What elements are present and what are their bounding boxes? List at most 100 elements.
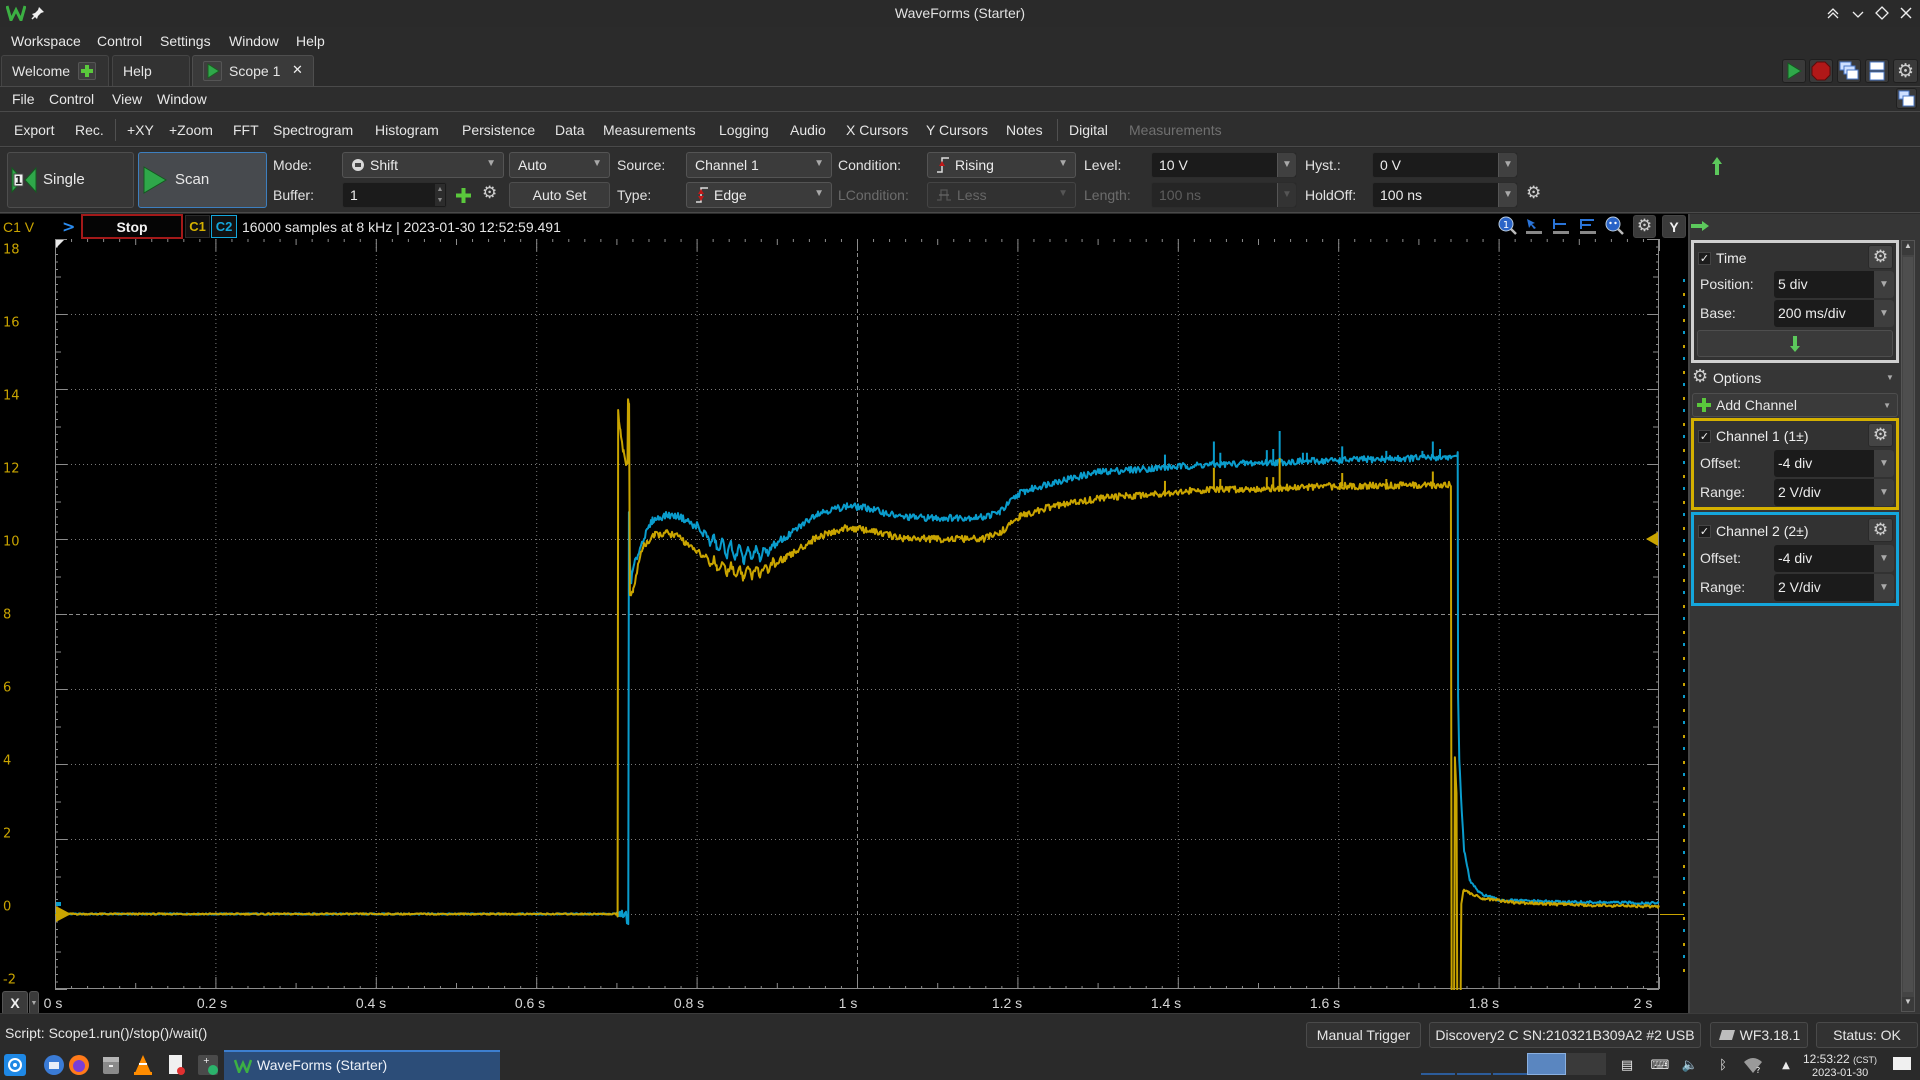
buffer-settings-gear-icon[interactable]: ⚙ bbox=[482, 185, 497, 202]
pager-desktop-3[interactable] bbox=[1493, 1053, 1527, 1075]
chevron-down-icon[interactable]: ▼ bbox=[1874, 300, 1894, 327]
menu-control[interactable]: Control bbox=[97, 31, 142, 51]
wifi-icon[interactable]: ? bbox=[1743, 1056, 1763, 1074]
cursor-select-icon[interactable] bbox=[1524, 217, 1544, 235]
add-channel-button[interactable]: Add Channel ▼ bbox=[1692, 393, 1898, 417]
chevron-down-icon[interactable]: ▼ bbox=[1874, 574, 1894, 601]
channel-2-toggle[interactable]: C2 bbox=[211, 215, 237, 238]
toolbar-audio[interactable]: Audio bbox=[790, 121, 826, 139]
chevron-down-icon[interactable]: ▼ bbox=[1874, 271, 1894, 298]
tab-welcome[interactable]: Welcome bbox=[1, 55, 109, 86]
channel-1-offset-input[interactable]: -4 div ▼ bbox=[1774, 450, 1894, 477]
toolbar-fft[interactable]: FFT bbox=[233, 121, 259, 139]
tab-help[interactable]: Help bbox=[112, 55, 190, 86]
clipboard-icon[interactable]: ▤ bbox=[1617, 1055, 1637, 1075]
stop-all-button[interactable] bbox=[1809, 59, 1833, 83]
time-settings-button[interactable]: ⚙ bbox=[1868, 245, 1893, 269]
scope-menu-window[interactable]: Window bbox=[157, 89, 207, 109]
chevron-down-icon[interactable]: ▼ bbox=[1874, 545, 1894, 572]
bluetooth-icon[interactable]: ᛒ bbox=[1713, 1055, 1733, 1075]
time-base-input[interactable]: 200 ms/div ▼ bbox=[1774, 300, 1894, 327]
ruler-vertical-icon[interactable] bbox=[1578, 217, 1598, 235]
options-label[interactable]: Options bbox=[1713, 370, 1761, 386]
toolbar-logging[interactable]: Logging bbox=[719, 121, 769, 139]
toolbar-x-cursors[interactable]: X Cursors bbox=[846, 121, 908, 139]
pager-desktop-1[interactable] bbox=[1421, 1053, 1455, 1075]
chevron-down-icon[interactable]: ▼ bbox=[1498, 183, 1517, 207]
toolbar-histogram[interactable]: Histogram bbox=[375, 121, 439, 139]
zoom-reset-icon[interactable]: 1 bbox=[1498, 216, 1518, 236]
file-manager-icon[interactable] bbox=[100, 1054, 122, 1076]
toolbar-rec[interactable]: Rec. bbox=[75, 121, 104, 139]
tile-windows-button[interactable] bbox=[1865, 59, 1889, 83]
toolbar-notes[interactable]: Notes bbox=[1006, 121, 1043, 139]
firefox-icon[interactable] bbox=[68, 1054, 90, 1076]
chevron-right-icon[interactable]: > bbox=[62, 217, 75, 236]
time-collapse-button[interactable] bbox=[1697, 330, 1893, 357]
stop-button[interactable]: Stop bbox=[81, 214, 183, 239]
channel-1-toggle[interactable]: C1 bbox=[185, 215, 210, 238]
scope-menu-control[interactable]: Control bbox=[49, 89, 94, 109]
tab-scope-1[interactable]: Scope 1 ✕ bbox=[192, 55, 314, 86]
panel-scrollbar[interactable]: ▲ ▼ bbox=[1901, 240, 1915, 1012]
toolbar-export[interactable]: Export bbox=[14, 121, 54, 139]
channel-1-checkbox[interactable]: ✓ bbox=[1698, 430, 1711, 443]
scroll-up-icon[interactable]: ▲ bbox=[1902, 241, 1914, 255]
oscilloscope-plot[interactable] bbox=[55, 239, 1660, 990]
maximize-icon[interactable] bbox=[1875, 6, 1889, 20]
chevron-down-icon[interactable]: ▼ bbox=[1498, 153, 1517, 177]
condition-dropdown[interactable]: Rising ▼ bbox=[927, 152, 1076, 178]
overview-strip[interactable] bbox=[1660, 239, 1688, 990]
scope-menu-view[interactable]: View bbox=[112, 89, 142, 109]
scroll-down-icon[interactable]: ▼ bbox=[1902, 997, 1914, 1011]
trigger-settings-gear-icon[interactable]: ⚙ bbox=[1526, 185, 1541, 202]
plot-settings-button[interactable]: ⚙ bbox=[1633, 215, 1656, 238]
undock-button[interactable] bbox=[1896, 88, 1917, 109]
device-button[interactable]: Discovery2 C SN:210321B309A2 #2 USB bbox=[1429, 1022, 1701, 1048]
channel-1-settings-button[interactable]: ⚙ bbox=[1868, 423, 1893, 447]
time-checkbox[interactable]: ✓ bbox=[1698, 252, 1711, 265]
status-button[interactable]: Status: OK bbox=[1816, 1022, 1918, 1048]
buffer-spinbox[interactable]: 1 ▲ ▼ bbox=[342, 182, 447, 208]
trigger-arrow-up-icon[interactable] bbox=[1711, 156, 1723, 176]
mode-dropdown[interactable]: Shift ▼ bbox=[342, 152, 504, 178]
menu-settings[interactable]: Settings bbox=[160, 31, 211, 51]
trigger-auto-dropdown[interactable]: Auto ▼ bbox=[509, 152, 610, 178]
workspace-pager[interactable] bbox=[1421, 1053, 1606, 1075]
x-axis-dropdown[interactable]: ▼ bbox=[29, 991, 39, 1015]
channel-1-range-input[interactable]: 2 V/div ▼ bbox=[1774, 479, 1894, 506]
pager-desktop-5[interactable] bbox=[1566, 1053, 1606, 1075]
zoom-fit-icon[interactable] bbox=[1605, 216, 1625, 236]
new-tab-plus-icon[interactable] bbox=[78, 62, 96, 80]
volume-icon[interactable]: 🔈 bbox=[1680, 1055, 1700, 1075]
app-launcher-icon[interactable] bbox=[4, 1054, 26, 1076]
scope-menu-file[interactable]: File bbox=[12, 89, 35, 109]
minimize-icon[interactable] bbox=[1851, 7, 1865, 21]
close-icon[interactable] bbox=[1899, 6, 1913, 20]
type-dropdown[interactable]: Edge ▼ bbox=[686, 182, 832, 208]
panel-arrow-right-icon[interactable] bbox=[1690, 220, 1710, 232]
settings-button[interactable]: ⚙ bbox=[1893, 59, 1918, 83]
keep-above-icon[interactable] bbox=[1826, 7, 1840, 21]
close-tab-icon[interactable]: ✕ bbox=[292, 63, 303, 78]
add-buffer-plus-icon[interactable] bbox=[456, 188, 471, 203]
channel-2-offset-input[interactable]: -4 div ▼ bbox=[1774, 545, 1894, 572]
holdoff-input[interactable]: 100 ns ▼ bbox=[1372, 182, 1518, 208]
source-dropdown[interactable]: Channel 1 ▼ bbox=[686, 152, 832, 178]
ruler-horizontal-icon[interactable] bbox=[1551, 217, 1571, 235]
hysteresis-input[interactable]: 0 V ▼ bbox=[1372, 152, 1518, 178]
vlc-icon[interactable] bbox=[132, 1054, 154, 1076]
options-chevron-down-icon[interactable]: ▼ bbox=[1886, 373, 1894, 382]
show-desktop-button[interactable] bbox=[1893, 1057, 1911, 1073]
menu-help[interactable]: Help bbox=[296, 31, 325, 51]
level-input[interactable]: 10 V ▼ bbox=[1151, 152, 1297, 178]
pager-desktop-2[interactable] bbox=[1457, 1053, 1491, 1075]
document-viewer-icon[interactable] bbox=[165, 1054, 187, 1076]
menu-window[interactable]: Window bbox=[229, 31, 279, 51]
channel-2-checkbox[interactable]: ✓ bbox=[1698, 525, 1711, 538]
toolbar-persistence[interactable]: Persistence bbox=[462, 121, 535, 139]
toolbar-data[interactable]: Data bbox=[555, 121, 585, 139]
chevron-down-icon[interactable]: ▼ bbox=[1874, 450, 1894, 477]
y-axis-button[interactable]: Y bbox=[1662, 215, 1686, 238]
tray-expand-icon[interactable]: ▲ bbox=[1776, 1055, 1796, 1075]
